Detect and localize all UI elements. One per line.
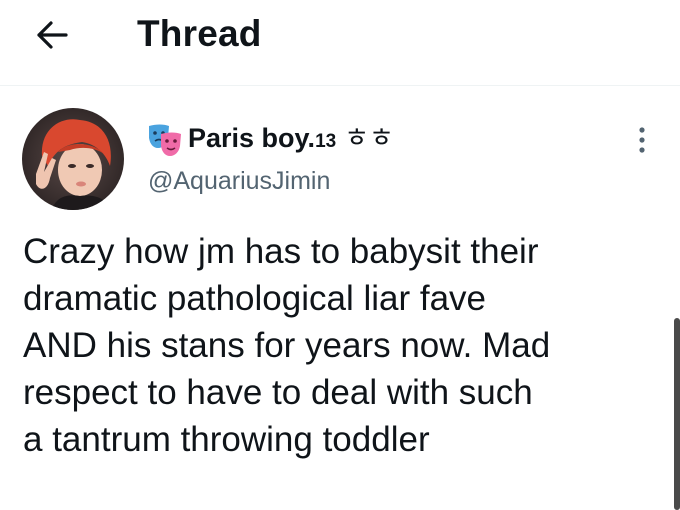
display-name-text: Paris boy.: [188, 123, 316, 153]
display-name: Paris boy.13 ㅎㅎ: [188, 120, 394, 160]
thread-header: Thread: [0, 0, 680, 86]
scrollbar[interactable]: [674, 318, 680, 510]
tweet-text-line: AND his stans for years now. Mad: [23, 326, 551, 365]
tweet-text: Crazy how jm has to babysit their dramat…: [23, 228, 663, 463]
performing-arts-masks-icon: [149, 124, 181, 156]
more-options-button[interactable]: [628, 122, 656, 158]
tweet-text-line: dramatic pathological liar fave: [23, 279, 487, 318]
display-name-extra: ㅎㅎ: [344, 123, 394, 153]
display-name-suffix: 13: [315, 131, 337, 152]
arrow-left-icon: [37, 21, 68, 49]
tweet-text-line: respect to have to deal with such: [23, 373, 533, 412]
tweet-text-line: a tantrum throwing toddler: [23, 420, 430, 459]
page-title: Thread: [137, 13, 262, 54]
back-button[interactable]: [32, 15, 72, 55]
avatar[interactable]: [22, 108, 124, 210]
author-handle[interactable]: @AquariusJimin: [148, 165, 330, 197]
more-vertical-icon: [639, 127, 645, 153]
tweet-text-line: Crazy how jm has to babysit their: [23, 232, 539, 271]
author-name-row[interactable]: Paris boy.13 ㅎㅎ: [146, 122, 394, 158]
